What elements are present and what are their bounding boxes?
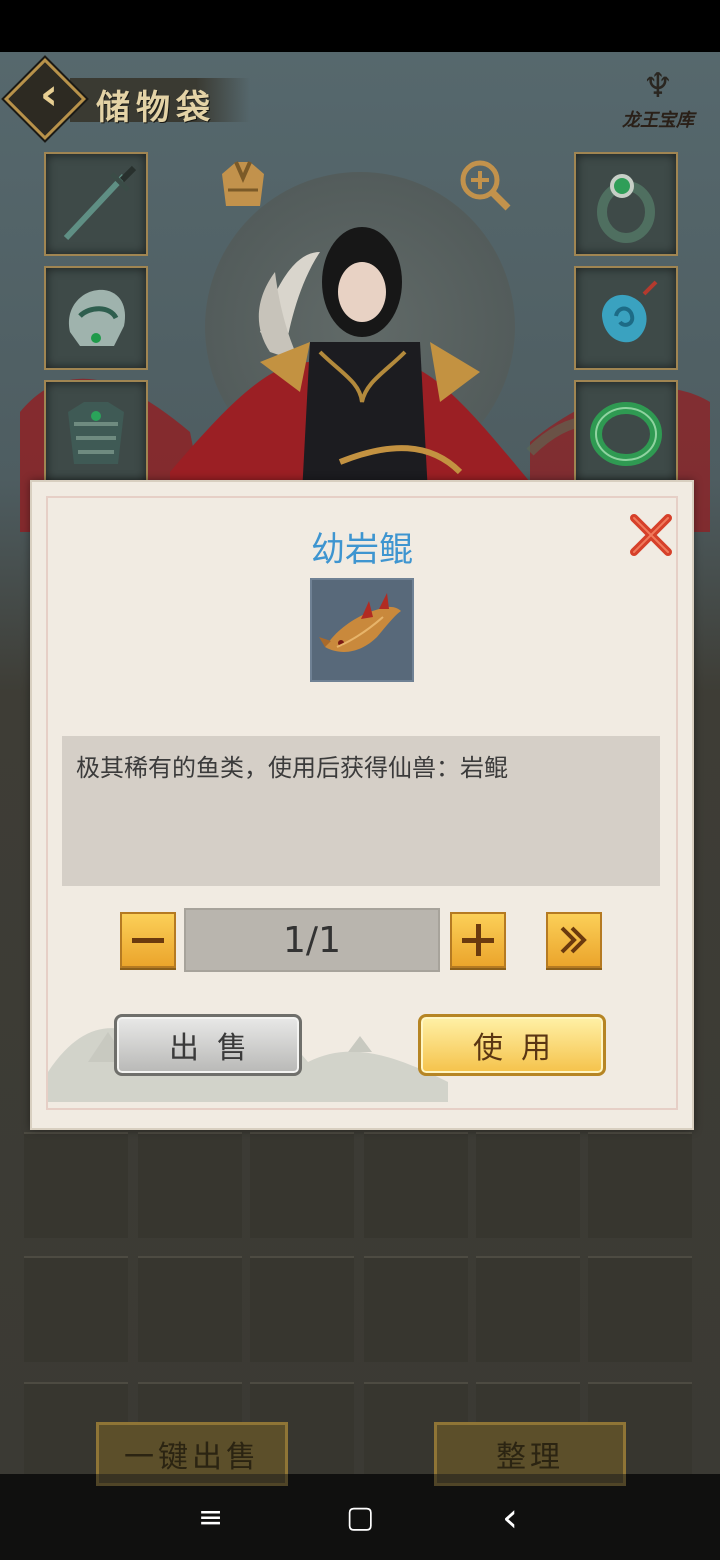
inventory-cell[interactable] — [588, 1256, 692, 1362]
inventory-cell[interactable] — [138, 1132, 242, 1238]
status-bar — [0, 0, 720, 52]
quantity-display: 1/1 — [184, 908, 440, 972]
max-quantity-button[interactable] — [546, 912, 602, 968]
decrease-quantity-button[interactable] — [120, 912, 176, 968]
nav-back-icon[interactable]: ‹ — [502, 1498, 518, 1538]
item-thumbnail — [310, 578, 414, 682]
increase-quantity-button[interactable] — [450, 912, 506, 968]
sword-icon — [63, 165, 137, 241]
inventory-cell[interactable] — [250, 1132, 354, 1238]
use-button[interactable]: 使用 — [418, 1014, 606, 1076]
inventory-cell[interactable] — [24, 1256, 128, 1362]
inventory-cell[interactable] — [476, 1132, 580, 1238]
helmet-icon — [68, 289, 126, 346]
page-title: 储物袋 — [96, 88, 216, 128]
double-chevron-right-icon — [560, 926, 587, 954]
minus-icon — [132, 938, 164, 943]
equip-slot-bracelet[interactable] — [574, 380, 678, 484]
sell-button[interactable]: 出售 — [114, 1014, 302, 1076]
back-arrow-icon[interactable]: ‹ — [26, 72, 72, 118]
inventory-cell[interactable] — [476, 1256, 580, 1362]
ring-icon — [597, 174, 655, 243]
zoom-in-icon[interactable] — [456, 156, 514, 214]
menu-icon[interactable]: ≡ — [198, 1500, 223, 1536]
inventory-cell[interactable] — [364, 1256, 468, 1362]
dragon-icon: ♆ — [642, 66, 674, 106]
bracelet-icon — [590, 402, 662, 466]
inventory-cell[interactable] — [250, 1256, 354, 1362]
header: ‹ 储物袋 — [3, 57, 258, 141]
fish-icon — [319, 593, 401, 652]
plus-icon — [462, 924, 494, 956]
home-icon[interactable]: ▢ — [346, 1500, 374, 1536]
item-description: 极其稀有的鱼类，使用后获得仙兽：岩鲲 — [76, 754, 508, 782]
equip-slot-armor[interactable] — [44, 380, 148, 484]
item-detail-dialog: 幼岩鲲 极其稀有的鱼类，使用后获得仙兽：岩鲲 1/1 出售 使用 — [30, 480, 694, 1130]
equip-slot-ring[interactable] — [574, 152, 678, 256]
close-icon[interactable] — [626, 510, 676, 560]
brand-logo: ♆ 龙王宝库 — [610, 66, 706, 142]
armor-icon — [68, 402, 124, 464]
outfit-icon[interactable] — [214, 154, 272, 212]
inventory-cell[interactable] — [138, 1256, 242, 1362]
item-name: 幼岩鲲 — [311, 530, 413, 570]
equip-slot-weapon[interactable] — [44, 152, 148, 256]
jade-pendant-icon — [602, 280, 658, 343]
logo-text: 龙王宝库 — [622, 110, 694, 131]
item-description-box: 极其稀有的鱼类，使用后获得仙兽：岩鲲 — [62, 736, 660, 886]
equip-slot-helmet[interactable] — [44, 266, 148, 370]
inventory-cell[interactable] — [24, 1132, 128, 1238]
inventory-cell[interactable] — [364, 1132, 468, 1238]
equip-slot-pendant[interactable] — [574, 266, 678, 370]
inventory-cell[interactable] — [588, 1132, 692, 1238]
